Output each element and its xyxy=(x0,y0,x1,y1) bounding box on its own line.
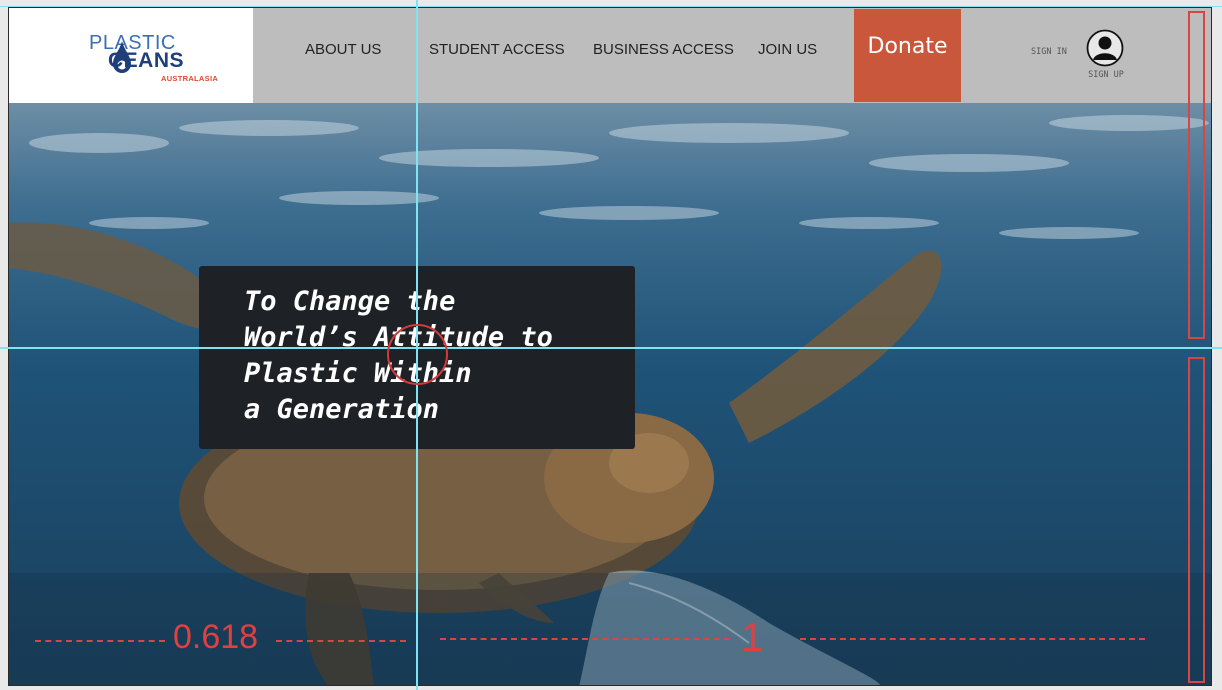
sign-up-link[interactable]: SIGN UP xyxy=(1086,70,1126,80)
ratio-label-0618: 0.618 xyxy=(173,618,259,656)
ratio-dash-right-a xyxy=(440,638,730,640)
guide-line-top xyxy=(0,6,1222,7)
ratio-dash-left-a xyxy=(35,640,165,642)
plastic-oceans-logo: PLASTIC CEANS AUSTRALASIA xyxy=(89,32,219,88)
nav-join-us[interactable]: JOIN US xyxy=(758,41,817,61)
ratio-label-1: 1 xyxy=(741,616,764,660)
ratio-bar-lower xyxy=(1188,357,1205,683)
sign-in-link[interactable]: SIGN IN xyxy=(1031,47,1067,57)
headline-line: a Generation xyxy=(244,394,440,425)
logo-link[interactable]: PLASTIC CEANS AUSTRALASIA xyxy=(9,8,253,103)
guide-line-horizontal xyxy=(0,347,1222,349)
headline-line: To Change the xyxy=(244,286,456,317)
nav-business-access[interactable]: BUSINESS ACCESS xyxy=(593,41,734,61)
ratio-dash-left-b xyxy=(276,640,406,642)
focal-point-circle xyxy=(387,324,448,385)
hero-section: To Change the World’s Attitude to Plasti… xyxy=(9,103,1211,685)
donate-button[interactable]: Donate xyxy=(854,9,961,102)
logo-text-australasia: AUSTRALASIA xyxy=(161,74,219,83)
logo-text-oceans: CEANS xyxy=(108,49,185,72)
site-header: PLASTIC CEANS AUSTRALASIA ABOUT US STUDE… xyxy=(9,8,1211,103)
ratio-dash-right-b xyxy=(800,638,1145,640)
nav-student-access[interactable]: STUDENT ACCESS xyxy=(429,41,565,61)
ratio-bar-upper xyxy=(1188,11,1205,339)
nav-about-us[interactable]: ABOUT US xyxy=(305,41,381,61)
user-avatar-icon[interactable] xyxy=(1086,29,1124,67)
